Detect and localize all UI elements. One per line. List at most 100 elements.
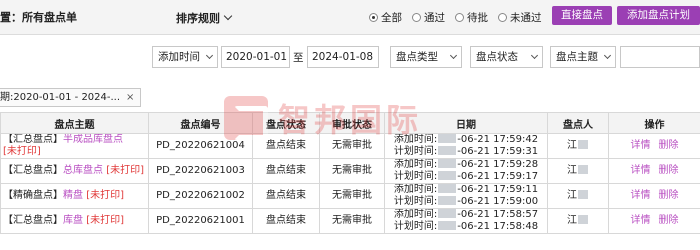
person-cell: 江 [547, 208, 609, 234]
radio-checked-icon [369, 13, 378, 22]
column-header: 盘点状态 [252, 112, 320, 134]
theme-cell: 【汇总盘点】库盘 [未打印] [0, 208, 149, 234]
person-cell: 江 [547, 133, 609, 159]
stocktake-theme-select[interactable]: 盘点主题 [550, 46, 616, 68]
detail-link[interactable]: 详情 [631, 140, 651, 151]
stocktake-status-select[interactable]: 盘点状态 [470, 46, 543, 68]
sort-dropdown[interactable]: 排序规则 [176, 10, 233, 26]
radio-pending[interactable]: 待批 [455, 10, 488, 25]
planned-time-label: 计划时间: [393, 196, 438, 207]
add-stocktake-plan-button[interactable]: 添加盘点计划 [617, 6, 700, 25]
table-row: 【汇总盘点】半成品库盘点 [未打印] PD_20220621004 盘点结束 无需… [0, 133, 700, 159]
approval-cell: 无需审批 [319, 133, 385, 159]
print-status: [未打印] [86, 190, 124, 201]
date-to-input[interactable] [307, 46, 379, 68]
column-header: 操作 [608, 112, 700, 134]
person-name: 江 [567, 140, 577, 151]
active-filter-chip: 期:2020-01-01 - 2024-... × [0, 88, 142, 107]
stocktake-type: 【汇总盘点】 [3, 134, 63, 146]
redacted-block [438, 171, 457, 180]
actions-cell: 详情 删除 [608, 208, 700, 234]
close-icon[interactable]: × [126, 92, 134, 103]
approval-cell: 无需审批 [319, 183, 385, 209]
time-type-select[interactable]: 添加时间 [152, 46, 218, 68]
code-cell: PD_20220621003 [148, 158, 253, 184]
chevron-down-icon [603, 51, 612, 60]
redacted-block [578, 165, 588, 174]
theme-cell: 【汇总盘点】总库盘点 [未打印] [0, 158, 149, 184]
actions-cell: 详情 删除 [608, 183, 700, 209]
stocktake-status-value: 盘点状态 [476, 51, 518, 63]
column-header: 盘点主题 [0, 112, 149, 134]
radio-all[interactable]: 全部 [369, 10, 402, 25]
redacted-block [578, 140, 588, 149]
delete-link[interactable]: 删除 [659, 215, 679, 226]
table-header-row: 盘点主题 盘点编号 盘点状态 审批状态 日期 盘点人 操作 [0, 112, 700, 134]
actions-cell: 详情 删除 [608, 158, 700, 184]
print-status: [未打印] [3, 146, 41, 157]
code-cell: PD_20220621001 [148, 208, 253, 234]
planned-time-value: -06-21 17:59:00 [457, 196, 539, 207]
planned-time-value: -06-21 17:59:17 [457, 171, 539, 182]
added-time-label: 添加时间: [393, 209, 438, 221]
radio-label: 未通过 [510, 12, 542, 24]
theme-link[interactable]: 总库盘点 [63, 165, 103, 176]
status-cell: 盘点结束 [252, 158, 320, 184]
radio-rejected[interactable]: 未通过 [498, 10, 542, 25]
status-radio-group: 全部 通过 待批 未通过 [369, 10, 542, 25]
redacted-block [438, 221, 457, 230]
radio-label: 全部 [381, 12, 402, 24]
chevron-down-icon [223, 11, 233, 21]
direct-stocktake-button[interactable]: 直接盘点 [552, 6, 612, 25]
planned-time-value: -06-21 17:59:31 [457, 146, 539, 157]
redacted-block [578, 215, 588, 224]
actions-cell: 详情 删除 [608, 133, 700, 159]
approval-cell: 无需审批 [319, 158, 385, 184]
print-status: [未打印] [106, 165, 144, 176]
planned-time-label: 计划时间: [393, 221, 438, 232]
search-input[interactable] [620, 46, 700, 68]
person-name: 江 [567, 215, 577, 226]
redacted-block [438, 184, 457, 193]
status-cell: 盘点结束 [252, 183, 320, 209]
added-time-label: 添加时间: [393, 159, 438, 171]
delete-link[interactable]: 删除 [659, 140, 679, 151]
stocktake-type-select[interactable]: 盘点类型 [390, 46, 462, 68]
theme-link[interactable]: 精盘 [63, 190, 83, 201]
time-type-value: 添加时间 [158, 51, 200, 63]
delete-link[interactable]: 删除 [659, 190, 679, 201]
date-from-input[interactable] [221, 46, 290, 68]
column-header: 盘点编号 [148, 112, 253, 134]
added-time-value: -06-21 17:59:42 [457, 134, 539, 146]
redacted-block [438, 146, 457, 155]
delete-link[interactable]: 删除 [659, 165, 679, 176]
radio-icon [412, 13, 421, 22]
date-cell: 添加时间: -06-21 17:59:42 计划时间: -06-21 17:59:3… [384, 133, 548, 159]
theme-cell: 【精确盘点】精盘 [未打印] [0, 183, 149, 209]
person-cell: 江 [547, 183, 609, 209]
table-row: 【汇总盘点】总库盘点 [未打印] PD_20220621003 盘点结束 无需审… [0, 158, 700, 184]
redacted-block [438, 134, 457, 143]
theme-link[interactable]: 库盘 [63, 215, 83, 226]
stocktake-type: 【汇总盘点】 [3, 215, 63, 226]
filter-bar: 添加时间 至 盘点类型 盘点状态 盘点主题 [0, 46, 700, 72]
radio-icon [498, 13, 507, 22]
planned-time-label: 计划时间: [393, 171, 438, 182]
print-status: [未打印] [86, 215, 124, 226]
table-row: 【汇总盘点】库盘 [未打印] PD_20220621001 盘点结束 无需审批 … [0, 208, 700, 234]
column-header: 日期 [384, 112, 548, 134]
person-cell: 江 [547, 158, 609, 184]
detail-link[interactable]: 详情 [631, 165, 651, 176]
added-time-label: 添加时间: [393, 184, 438, 196]
approval-cell: 无需审批 [319, 208, 385, 234]
column-header: 盘点人 [547, 112, 609, 134]
code-cell: PD_20220621002 [148, 183, 253, 209]
stocktake-table: 盘点主题 盘点编号 盘点状态 审批状态 日期 盘点人 操作 【汇总盘点】半成品库… [0, 112, 700, 234]
theme-link[interactable]: 半成品库盘点 [63, 135, 123, 146]
detail-link[interactable]: 详情 [631, 190, 651, 201]
detail-link[interactable]: 详情 [631, 215, 651, 226]
radio-approved[interactable]: 通过 [412, 10, 445, 25]
page-title: 置：所有盘点单 [0, 11, 77, 24]
table-row: 【精确盘点】精盘 [未打印] PD_20220621002 盘点结束 无需审批 … [0, 183, 700, 209]
added-time-label: 添加时间: [393, 134, 438, 146]
